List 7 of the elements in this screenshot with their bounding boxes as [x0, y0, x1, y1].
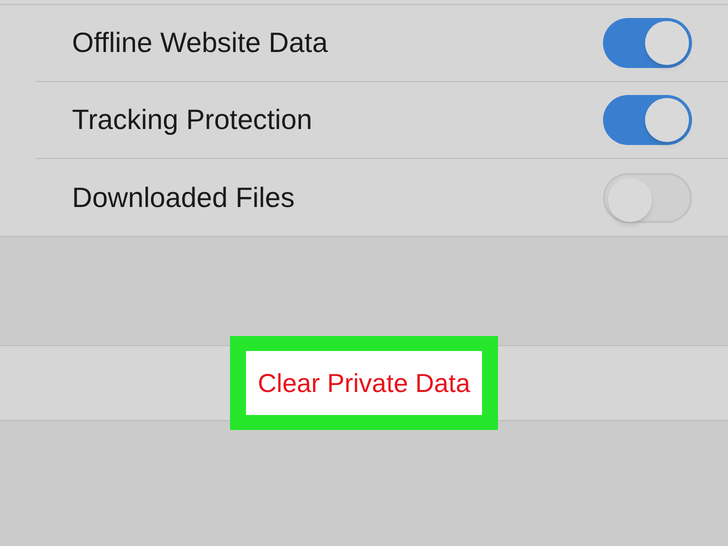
clear-private-data-button[interactable]: Clear Private Data	[230, 336, 498, 430]
setting-label: Offline Website Data	[72, 26, 329, 60]
setting-label: Downloaded Files	[72, 180, 296, 214]
setting-label: Tracking Protection	[72, 103, 314, 137]
toggle-switch[interactable]	[603, 95, 692, 145]
toggle-switch[interactable]	[603, 172, 692, 222]
toggle-switch[interactable]	[603, 18, 692, 68]
